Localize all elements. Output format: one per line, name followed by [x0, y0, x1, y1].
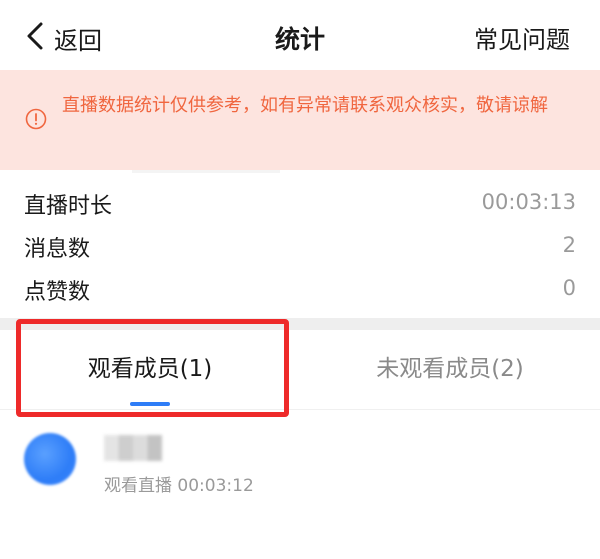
stat-label: 消息数: [24, 237, 91, 262]
member-name-blurred: [104, 435, 162, 461]
faq-link[interactable]: 常见问题: [474, 20, 570, 55]
active-tab-indicator: [130, 402, 170, 406]
tab-watched-members[interactable]: 观看成员(1): [0, 330, 300, 410]
chevron-left-icon: [24, 21, 46, 55]
avatar: [24, 433, 76, 485]
stat-row-messages: 消息数 2: [0, 225, 600, 265]
back-label: 返回: [54, 26, 102, 55]
stat-label: 直播时长: [24, 194, 113, 219]
list-item[interactable]: 观看直播 00:03:12: [0, 425, 600, 505]
member-tabs: 观看成员(1) 未观看成员(2): [0, 330, 600, 410]
tab-unwatched-members[interactable]: 未观看成员(2): [300, 330, 600, 410]
notice-text: 直播数据统计仅供参考，如有异常请联系观众核实，敬请谅解: [62, 95, 548, 116]
stat-label: 点赞数: [24, 280, 91, 305]
stat-value: 00:03:13: [481, 190, 576, 214]
stat-value: 2: [562, 233, 576, 257]
stat-row-duration: 直播时长 00:03:13: [0, 182, 600, 222]
back-button[interactable]: 返回: [24, 18, 102, 58]
stat-value: 0: [562, 276, 576, 300]
divider: [132, 170, 280, 173]
info-icon: [25, 108, 47, 130]
member-watch-status: 观看直播 00:03:12: [104, 476, 254, 496]
top-navigation-bar: 返回 统计 常见问题: [0, 0, 600, 70]
stat-row-likes: 点赞数 0: [0, 268, 600, 308]
section-divider: [0, 318, 600, 330]
